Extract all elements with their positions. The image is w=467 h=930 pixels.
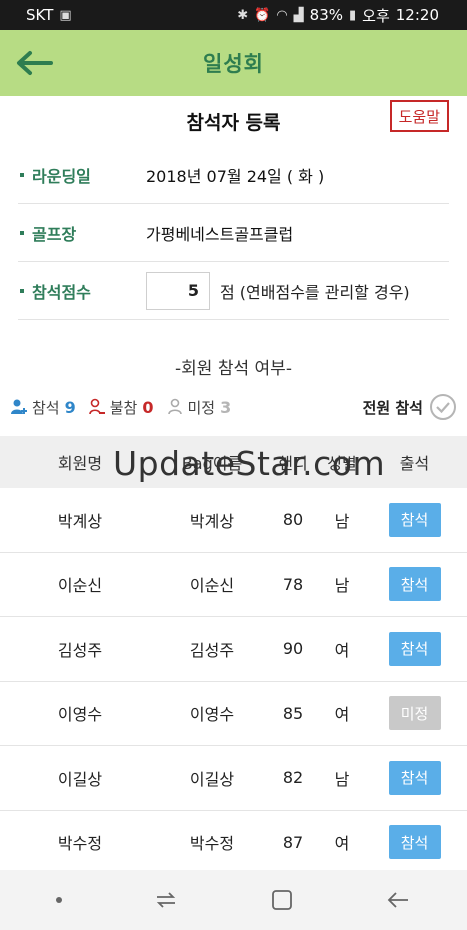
status-bar: SKT ▣ ✱ ⏰ ◠ ▟ 83% ▮ 오후 12:20 <box>0 0 467 30</box>
score-input[interactable]: 5 <box>146 271 210 310</box>
user-add-icon <box>11 399 27 414</box>
bag-name: 이길상 <box>189 769 235 789</box>
alarm-icon: ⏰ <box>254 7 271 23</box>
bag-name: 김성주 <box>189 640 235 660</box>
attendance-counts: 참석 9 불참 0 미정 3 전원 참석 <box>0 392 467 422</box>
back-button[interactable] <box>12 44 56 82</box>
member-list: 박계상 박계상 80 남 참석 이순신 이순신 78 남 참석 김성주 김성주 … <box>0 488 467 875</box>
gender: 여 <box>334 834 350 854</box>
round-date-label: 라운딩일 <box>18 163 146 187</box>
score-unit: 점 (연배점수를 관리할 경우) <box>220 282 410 302</box>
table-row: 박계상 박계상 80 남 참석 <box>0 488 467 553</box>
table-row: 박수정 박수정 87 여 참석 <box>0 811 467 875</box>
battery-icon: ▮ <box>349 7 357 23</box>
page-title: 참석자 등록 <box>186 111 281 134</box>
column-header-name: 회원명 <box>57 454 103 473</box>
table-row: 이영수 이영수 85 여 미정 <box>0 682 467 746</box>
member-name: 이순신 <box>57 576 103 596</box>
bag-name: 박수정 <box>189 834 235 854</box>
column-header-bag: Bag이름 <box>181 454 243 473</box>
gallery-icon: ▣ <box>59 7 72 23</box>
user-outline-icon <box>167 398 182 415</box>
clock-time: 12:20 <box>395 6 439 24</box>
check-circle-icon <box>430 394 456 420</box>
attendance-section-title: -회원 참석 여부- <box>175 359 292 379</box>
course-row: 골프장 가평베네스트골프클럽 <box>18 204 449 262</box>
bullet-icon <box>20 230 24 235</box>
table-row: 이길상 이길상 82 남 참석 <box>0 746 467 811</box>
page-header: 참석자 등록 도움말 <box>0 96 467 146</box>
table-row: 이순신 이순신 78 남 참석 <box>0 553 467 617</box>
round-info: 라운딩일 2018년 07월 24일 ( 화 ) 골프장 가평베네스트골프클럽 … <box>0 146 467 320</box>
bag-name: 박계상 <box>189 511 235 531</box>
signal-icon: ▟ <box>293 7 304 23</box>
course-value[interactable]: 가평베네스트골프클럽 <box>146 221 293 245</box>
attendance-button[interactable]: 참석 <box>388 760 441 795</box>
column-header-gender: 성별 <box>327 454 357 473</box>
attendance-button[interactable]: 참석 <box>388 825 441 860</box>
round-date-value[interactable]: 2018년 07월 24일 ( 화 ) <box>146 163 324 187</box>
gender: 여 <box>334 705 350 725</box>
attendance-button[interactable]: 미정 <box>388 696 441 731</box>
battery-percent: 83% <box>309 6 343 24</box>
recent-apps-icon[interactable] <box>153 889 179 911</box>
attendance-button[interactable]: 참석 <box>388 567 441 602</box>
handicap: 78 <box>282 574 304 594</box>
help-button[interactable]: 도움말 <box>389 100 449 132</box>
attendance-button[interactable]: 참석 <box>388 631 441 666</box>
carrier-label: SKT <box>26 6 54 24</box>
attend-count: 참석 9 <box>10 397 76 418</box>
member-name: 김성주 <box>57 640 103 660</box>
member-name: 이길상 <box>57 769 103 789</box>
back-nav-icon[interactable] <box>385 889 411 911</box>
course-label: 골프장 <box>18 221 146 245</box>
handicap: 90 <box>282 639 304 659</box>
bag-name: 이순신 <box>189 576 235 596</box>
column-header-handicap: 핸디 <box>278 454 308 473</box>
app-title: 일성회 <box>203 52 264 76</box>
column-header-attendance: 출석 <box>399 454 430 473</box>
score-label: 참석점수 <box>18 279 146 303</box>
wifi-icon: ◠ <box>276 7 288 23</box>
member-name: 박수정 <box>57 834 103 854</box>
bag-name: 이영수 <box>189 705 235 725</box>
bullet-icon <box>20 172 24 177</box>
arrow-left-icon <box>17 51 53 75</box>
user-remove-icon <box>88 398 105 415</box>
member-name: 이영수 <box>57 705 103 725</box>
gender: 남 <box>334 511 350 531</box>
score-row: 참석점수 5 점 (연배점수를 관리할 경우) <box>18 262 449 320</box>
handicap: 82 <box>282 768 304 788</box>
handicap: 80 <box>282 510 304 530</box>
table-header: 회원명 Bag이름 핸디 성별 출석 UpdateStar.com <box>0 436 467 488</box>
bluetooth-icon: ✱ <box>237 7 249 23</box>
round-date-row: 라운딩일 2018년 07월 24일 ( 화 ) <box>18 146 449 204</box>
handicap: 87 <box>282 832 304 852</box>
attendance-button[interactable]: 참석 <box>388 502 441 537</box>
home-icon[interactable] <box>270 888 294 912</box>
app-bar: 일성회 <box>0 30 467 96</box>
gender: 남 <box>334 769 350 789</box>
undecided-count: 미정 3 <box>166 397 231 418</box>
member-name: 박계상 <box>57 511 103 531</box>
handicap: 85 <box>282 703 304 723</box>
clock-ampm: 오후 <box>362 6 390 25</box>
all-attend-toggle[interactable]: 전원 참석 <box>363 393 457 421</box>
table-row: 김성주 김성주 90 여 참석 <box>0 617 467 682</box>
system-nav-bar <box>0 870 467 930</box>
bullet-icon <box>20 288 24 293</box>
gender: 여 <box>334 640 350 660</box>
gender: 남 <box>334 576 350 596</box>
absent-count: 불참 0 <box>88 397 154 418</box>
nav-dot-icon[interactable] <box>55 897 62 903</box>
